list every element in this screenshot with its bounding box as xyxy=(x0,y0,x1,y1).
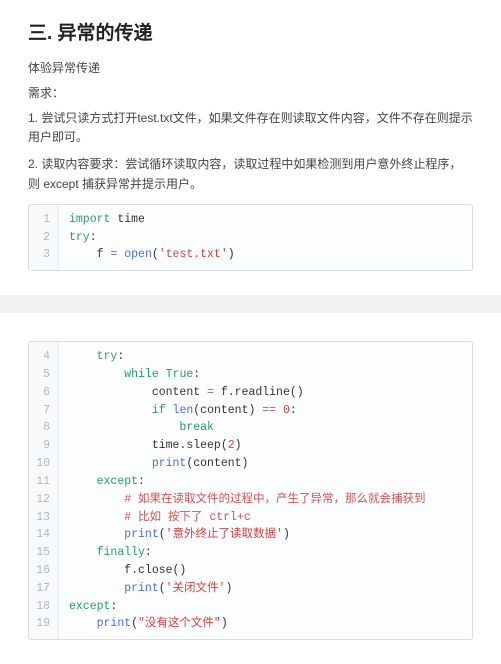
code-line: 4 try: xyxy=(29,342,472,366)
code-line: 15 finally: xyxy=(29,544,472,562)
code-source: import time xyxy=(59,205,472,229)
code-line: 7 if len(content) == 0: xyxy=(29,402,472,420)
code-source: print('关闭文件') xyxy=(59,580,472,598)
requirement-2: 2. 读取内容要求：尝试循环读取内容，读取过程中如果检测到用户意外终止程序，则 … xyxy=(28,155,473,193)
code-line: 14 print('意外终止了读取数据') xyxy=(29,526,472,544)
code-source: print('意外终止了读取数据') xyxy=(59,526,472,544)
line-number: 6 xyxy=(29,384,59,402)
code-source: if len(content) == 0: xyxy=(59,402,472,420)
line-number: 9 xyxy=(29,437,59,455)
code-line: 8 break xyxy=(29,419,472,437)
code-source: f.close() xyxy=(59,562,472,580)
code-line: 6 content = f.readline() xyxy=(29,384,472,402)
intro-line-2: 需求： xyxy=(28,84,473,101)
line-number: 4 xyxy=(29,342,59,366)
section-heading: 三. 异常的传递 xyxy=(28,18,473,45)
code-line: 2try: xyxy=(29,229,472,247)
line-number: 13 xyxy=(29,509,59,527)
line-number: 7 xyxy=(29,402,59,420)
line-number: 18 xyxy=(29,598,59,616)
code-line: 1import time xyxy=(29,205,472,229)
article-section-cont: 4 try:5 while True:6 content = f.readlin… xyxy=(0,313,501,664)
code-source: while True: xyxy=(59,366,472,384)
article-section: 三. 异常的传递 体验异常传递 需求： 1. 尝试只读方式打开test.txt文… xyxy=(0,0,501,295)
code-source: content = f.readline() xyxy=(59,384,472,402)
code-source: break xyxy=(59,419,472,437)
code-source: print(content) xyxy=(59,455,472,473)
code-source: time.sleep(2) xyxy=(59,437,472,455)
code-source: f = open('test.txt') xyxy=(59,246,472,270)
code-line: 5 while True: xyxy=(29,366,472,384)
code-block-1: 1import time2try:3 f = open('test.txt') xyxy=(28,204,473,271)
line-number: 15 xyxy=(29,544,59,562)
code-line: 10 print(content) xyxy=(29,455,472,473)
code-line: 17 print('关闭文件') xyxy=(29,580,472,598)
code-source: print("没有这个文件") xyxy=(59,615,472,639)
line-number: 14 xyxy=(29,526,59,544)
code-source: finally: xyxy=(59,544,472,562)
code-line: 13 # 比如 按下了 ctrl+c xyxy=(29,509,472,527)
line-number: 1 xyxy=(29,205,59,229)
code-line: 3 f = open('test.txt') xyxy=(29,246,472,270)
line-number: 17 xyxy=(29,580,59,598)
line-number: 10 xyxy=(29,455,59,473)
code-source: # 比如 按下了 ctrl+c xyxy=(59,509,472,527)
line-number: 5 xyxy=(29,366,59,384)
code-line: 16 f.close() xyxy=(29,562,472,580)
code-source: except: xyxy=(59,473,472,491)
code-source: try: xyxy=(59,229,472,247)
code-line: 9 time.sleep(2) xyxy=(29,437,472,455)
code-source: try: xyxy=(59,342,472,366)
code-line: 11 except: xyxy=(29,473,472,491)
code-source: except: xyxy=(59,598,472,616)
page-break xyxy=(0,295,501,313)
requirement-1: 1. 尝试只读方式打开test.txt文件，如果文件存在则读取文件内容，文件不存… xyxy=(28,109,473,147)
code-line: 19 print("没有这个文件") xyxy=(29,615,472,639)
line-number: 19 xyxy=(29,615,59,639)
code-block-2: 4 try:5 while True:6 content = f.readlin… xyxy=(28,341,473,640)
code-line: 18except: xyxy=(29,598,472,616)
line-number: 16 xyxy=(29,562,59,580)
line-number: 3 xyxy=(29,246,59,270)
line-number: 8 xyxy=(29,419,59,437)
line-number: 2 xyxy=(29,229,59,247)
intro-line-1: 体验异常传递 xyxy=(28,59,473,76)
line-number: 11 xyxy=(29,473,59,491)
